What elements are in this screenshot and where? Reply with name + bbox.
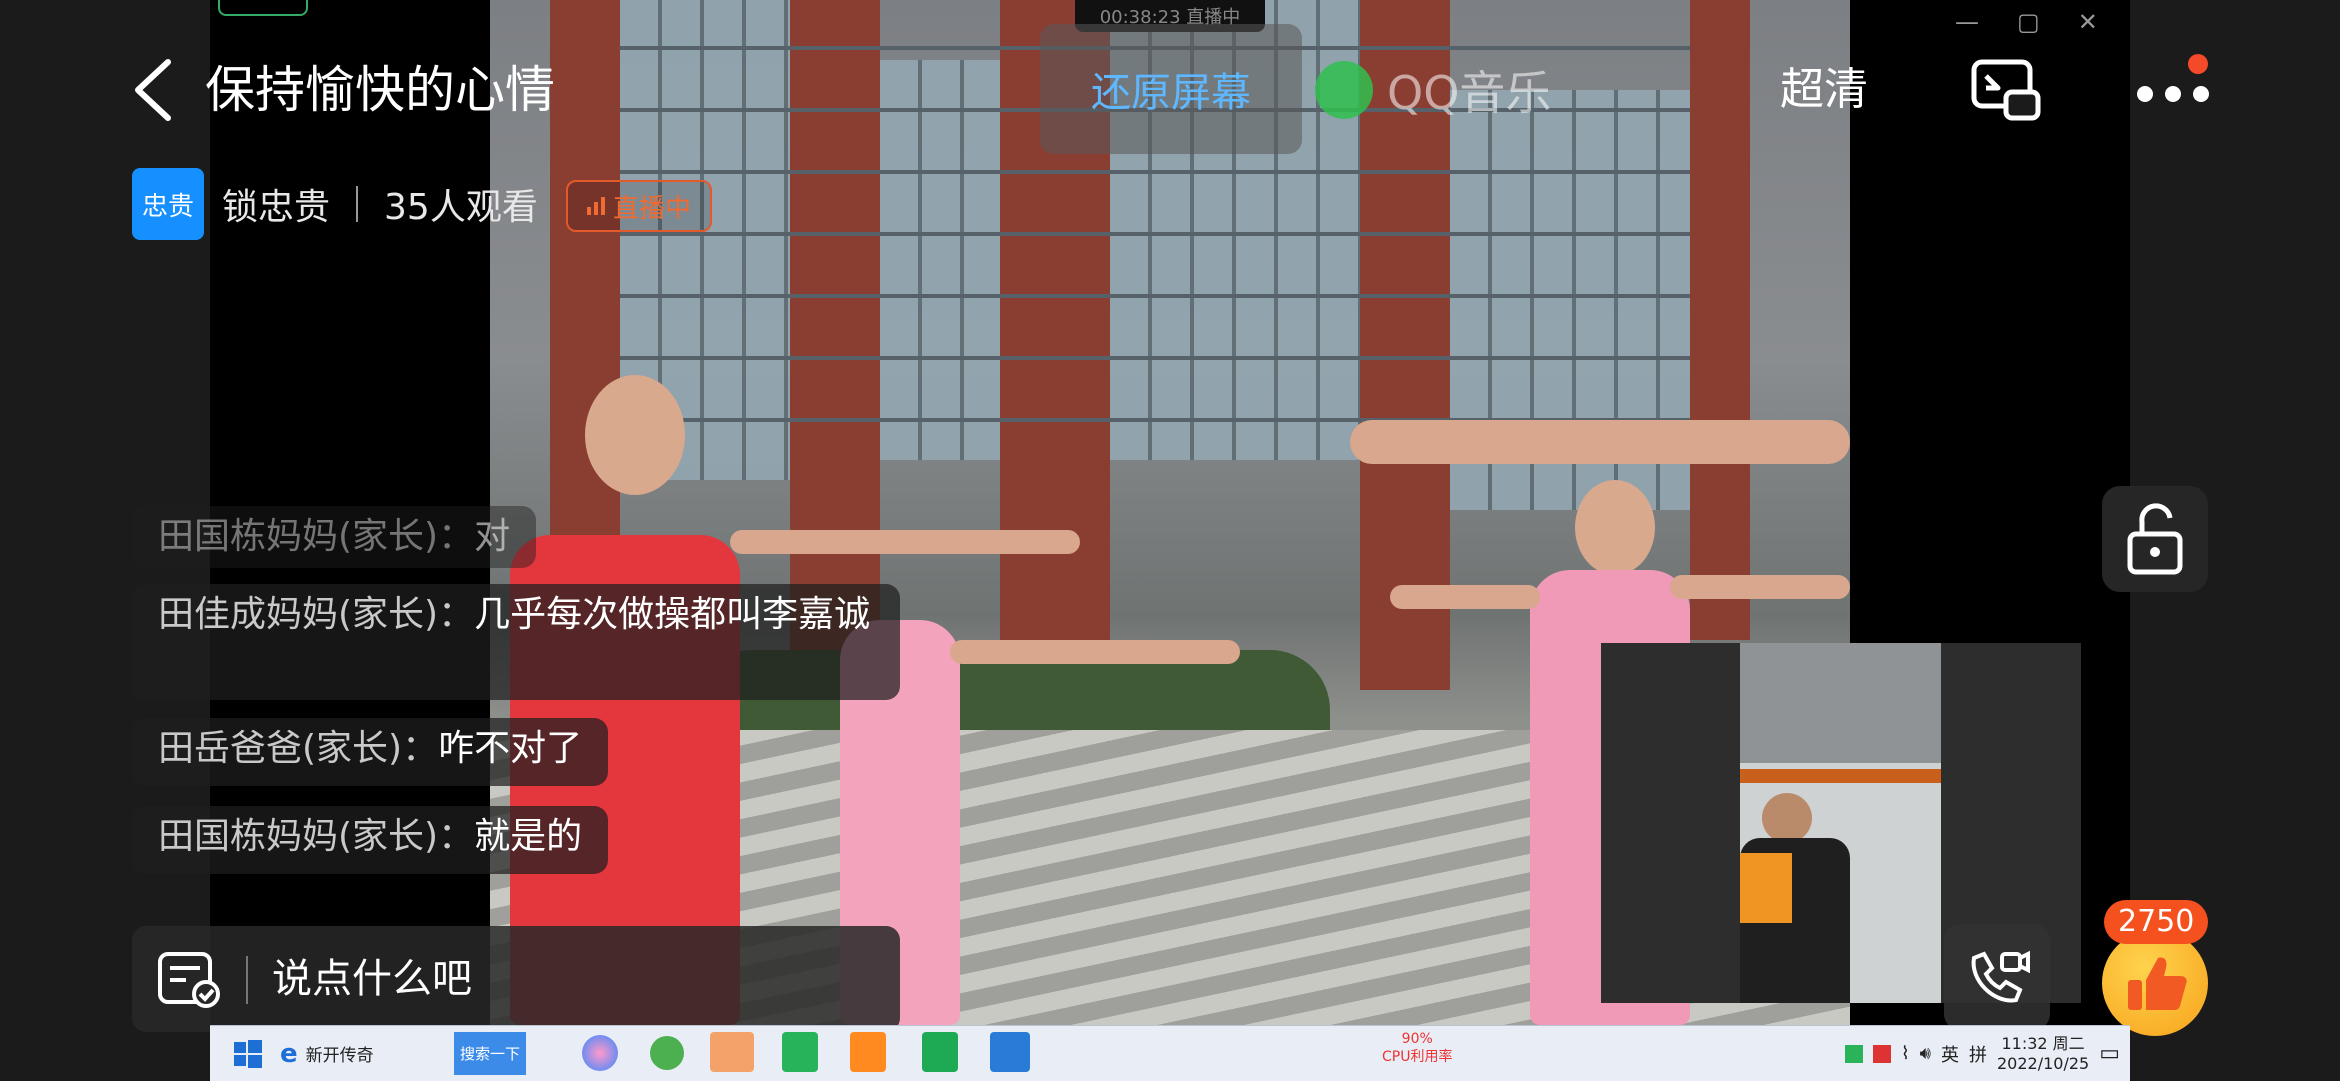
host-name[interactable]: 锁忠贵 [222, 178, 330, 230]
taskbar-app-icon[interactable] [850, 1032, 886, 1072]
chat-text: 对 [474, 516, 511, 557]
chat-sender: 田国栋妈妈(家长)： [158, 516, 475, 557]
music-watermark: QQ音乐 [1315, 50, 1551, 130]
taskbar-app-icon[interactable] [710, 1032, 754, 1072]
quality-selector[interactable]: 超清 [1780, 60, 1868, 120]
dancer-arm [730, 530, 1080, 554]
chat-message: 田国栋妈妈(家长)：就是的 [132, 806, 609, 874]
notification-center-icon[interactable]: ▭ [2099, 1041, 2120, 1066]
windows-start-icon[interactable] [228, 1034, 268, 1074]
window-controls: — ▢ ✕ [1955, 8, 2098, 36]
taskbar-app-icon[interactable] [990, 1032, 1030, 1072]
host-avatar[interactable]: 忠贵 [132, 168, 204, 240]
taskbar-app-icon[interactable] [922, 1032, 958, 1072]
back-button[interactable] [128, 58, 184, 122]
windows-taskbar: e 新开传奇 搜索一下 90% CPU利用率 ⌇ 🔊︎ 英 拼 11:32 周二… [210, 1025, 2130, 1081]
maximize-icon: ▢ [2017, 8, 2040, 36]
chat-message: 田佳成妈妈(家长)：几乎每次做操都叫李嘉诚 [132, 584, 900, 700]
chat-sender: 田国栋妈妈(家长)： [158, 816, 475, 857]
viewer-count: 35人观看 [384, 187, 538, 228]
more-icon [2137, 86, 2153, 102]
dancer-head [585, 375, 685, 495]
taskbar-app-icon[interactable] [582, 1035, 618, 1071]
camera-feed [1740, 643, 1941, 1003]
chat-message: 田国栋妈妈(家长)：对 [132, 506, 537, 568]
more-icon-dot [2165, 86, 2181, 102]
live-status-badge: 直播中 [566, 180, 712, 232]
like-count-badge: 2750 [2104, 900, 2209, 944]
taskbar-search-button[interactable]: 搜索一下 [454, 1032, 526, 1075]
divider [356, 186, 359, 222]
video-call-icon [1971, 950, 2030, 1003]
chat-sender: 田佳成妈妈(家长)： [158, 594, 475, 635]
taskbar-app-icon[interactable] [782, 1032, 818, 1072]
notification-dot [2188, 54, 2208, 74]
taskbar-clock[interactable]: 11:32 周二 2022/10/25 [1997, 1034, 2089, 1074]
chat-message: 田岳爸爸(家长)：咋不对了 [132, 718, 609, 786]
back-icon [135, 59, 171, 121]
ime-mode[interactable]: 拼 [1969, 1041, 1987, 1067]
minimize-icon: — [1955, 8, 1979, 36]
live-title: 保持愉快的心情 [205, 61, 555, 119]
system-tray: ⌇ 🔊︎ 英 拼 11:32 周二 2022/10/25 ▭ [1844, 1026, 2120, 1081]
more-icon-dot [2193, 86, 2209, 102]
ime-lang[interactable]: 英 [1941, 1041, 1959, 1067]
unlock-icon [2127, 503, 2183, 575]
taskbar-browser[interactable]: e 新开传奇 [280, 1032, 460, 1075]
like-button[interactable] [2102, 930, 2208, 1036]
close-icon: ✕ [2077, 8, 2098, 36]
foreground-arm [1350, 420, 1850, 464]
chat-list-icon[interactable] [156, 950, 222, 1008]
tray-app-icon[interactable] [1872, 1044, 1891, 1063]
chat-text: 就是的 [474, 816, 583, 857]
qq-music-logo-icon [1315, 61, 1373, 119]
signal-indicator [218, 0, 308, 16]
screen-lock-button[interactable] [2102, 486, 2208, 592]
dancer-head [1575, 480, 1655, 575]
video-call-button[interactable] [1944, 924, 2050, 1030]
live-signal-icon [586, 197, 605, 215]
cpu-usage: 90% CPU利用率 [1382, 1031, 1453, 1065]
screen-switch-icon [1971, 59, 2041, 121]
comment-input[interactable]: 说点什么吧 [272, 926, 472, 1032]
host-info: 锁忠贵 35人观看 [222, 172, 538, 236]
dancer-arm [950, 640, 1240, 664]
chat-sender: 田岳爸爸(家长)： [158, 728, 439, 769]
tray-app-icon[interactable] [1844, 1044, 1863, 1063]
restore-screen-button[interactable]: 还原屏幕 [1040, 24, 1302, 154]
dancer-arm [1390, 585, 1540, 609]
dancer-arm [1670, 575, 1850, 599]
divider [246, 956, 248, 1004]
comment-input-bar[interactable]: 说点什么吧 [132, 926, 900, 1032]
chat-text: 几乎每次做操都叫李嘉诚 [474, 594, 871, 635]
network-icon[interactable]: ⌇ [1901, 1043, 1910, 1064]
thumbs-up-icon [2128, 957, 2187, 1010]
taskbar-app-icon[interactable] [650, 1036, 684, 1070]
chat-text: 咋不对了 [438, 728, 583, 769]
ie-icon: e [280, 1038, 298, 1069]
screen-switch-button[interactable] [1970, 58, 2042, 122]
volume-icon[interactable]: 🔊︎ [1920, 1043, 1931, 1064]
